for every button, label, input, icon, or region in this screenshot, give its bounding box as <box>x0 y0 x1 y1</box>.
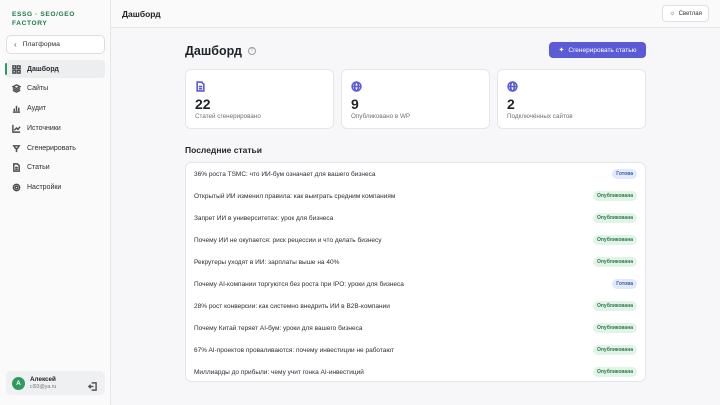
page-title-text: Дашборд <box>185 44 242 58</box>
recent-articles-list: 36% роста TSMC: что ИИ-бум означает для … <box>185 162 646 382</box>
globe-icon <box>507 79 518 92</box>
status-badge: Готова <box>612 279 637 289</box>
list-item[interactable]: Миллиарды до прибыли: чему учит гонка AI… <box>186 361 645 383</box>
topbar-title: Дашборд <box>122 9 161 19</box>
grid-icon <box>12 64 21 74</box>
generate-article-label: Сгенерировать статью <box>568 46 637 54</box>
status-badge: Опубликована <box>593 301 637 311</box>
document-icon <box>195 79 206 92</box>
status-badge: Готова <box>612 169 637 179</box>
sidebar-item-generate[interactable]: Сгенерировать <box>6 139 105 157</box>
stat-value: 9 <box>351 96 359 112</box>
platform-label: Платформа <box>22 41 60 48</box>
user-info: Алексей cl93@ya.ru <box>30 376 56 390</box>
article-title: Запрет ИИ в университетах: урок для бизн… <box>194 214 334 222</box>
article-title: Миллиарды до прибыли: чему учит гонка AI… <box>194 368 364 376</box>
sidebar-item-label: Настройки <box>27 184 62 192</box>
user-card[interactable]: А Алексей cl93@ya.ru <box>6 371 105 395</box>
stat-card-published: 9 Опубликовано в WP <box>341 69 490 129</box>
list-item[interactable]: Почему Китай теряет AI-бум: уроки для ва… <box>186 317 645 339</box>
list-item[interactable]: 28% рост конверсии: как системно внедрит… <box>186 295 645 317</box>
sidebar-item-articles[interactable]: Статьи <box>6 159 105 177</box>
logout-icon[interactable] <box>87 378 97 391</box>
status-badge: Опубликована <box>593 191 637 201</box>
article-title: 28% рост конверсии: как системно внедрит… <box>194 302 390 310</box>
sidebar-nav: Дашборд Сайты Аудит Источники Сгенериров… <box>5 60 105 199</box>
trend-icon <box>12 124 21 133</box>
sidebar: ESSG · SEO/GEO FACTORY ‹ Платформа Дашбо… <box>0 0 111 405</box>
article-title: 36% роста TSMC: что ИИ-бум означает для … <box>194 170 376 178</box>
sidebar-item-label: Аудит <box>27 105 47 113</box>
theme-toggle-button[interactable]: ☼ Светлая <box>662 5 709 22</box>
help-icon[interactable]: ? <box>247 47 256 55</box>
article-title: Почему AI-компании торгуются без роста п… <box>194 280 404 288</box>
page-title: Дашборд ? <box>185 44 256 58</box>
article-title: Рекрутеры уходят в ИИ: зарплаты выше на … <box>194 258 340 266</box>
article-title: Почему Китай теряет AI-бум: уроки для ва… <box>194 324 363 332</box>
stat-label: Статей сгенерировано <box>195 113 261 120</box>
user-name: Алексей <box>30 376 56 383</box>
status-badge: Опубликована <box>593 257 637 267</box>
recent-articles-title: Последние статьи <box>185 145 263 155</box>
generate-article-button[interactable]: ✦ Сгенерировать статью <box>549 42 646 58</box>
document-icon <box>12 163 21 173</box>
stat-card-articles: 22 Статей сгенерировано <box>185 69 334 129</box>
chevron-left-icon: ‹ <box>14 40 17 49</box>
sidebar-item-label: Дашборд <box>27 65 59 73</box>
sun-icon: ☼ <box>669 10 676 17</box>
status-badge: Опубликована <box>593 367 637 377</box>
stat-label: Опубликовано в WP <box>351 113 411 120</box>
wand-icon <box>12 144 21 153</box>
brand-logo: ESSG · SEO/GEO FACTORY <box>12 11 75 27</box>
list-item[interactable]: 36% роста TSMC: что ИИ-бум означает для … <box>186 163 645 185</box>
list-item[interactable]: Рекрутеры уходят в ИИ: зарплаты выше на … <box>186 251 645 273</box>
sidebar-item-sources[interactable]: Источники <box>6 119 105 137</box>
list-item[interactable]: Почему ИИ не окупается: риск рецессии и … <box>186 229 645 251</box>
status-badge: Опубликована <box>593 213 637 223</box>
platform-back-button[interactable]: ‹ Платформа <box>6 35 105 54</box>
topbar: Дашборд ☼ Светлая <box>111 0 720 28</box>
article-title: Почему ИИ не окупается: риск рецессии и … <box>194 236 382 244</box>
list-item[interactable]: Запрет ИИ в университетах: урок для бизн… <box>186 207 645 229</box>
status-badge: Опубликована <box>593 235 637 245</box>
stat-label: Подключённых сайтов <box>507 113 573 120</box>
sidebar-item-settings[interactable]: Настройки <box>6 179 105 197</box>
gear-icon <box>12 183 21 192</box>
sparkle-icon: ✦ <box>558 47 565 54</box>
user-email: cl93@ya.ru <box>30 384 57 390</box>
globe-icon <box>351 79 362 92</box>
sidebar-item-label: Источники <box>27 124 61 132</box>
theme-label: Светлая <box>678 10 702 17</box>
list-item[interactable]: Почему AI-компании торгуются без роста п… <box>186 273 645 295</box>
status-badge: Опубликована <box>593 345 637 355</box>
sidebar-item-label: Сгенерировать <box>27 144 76 152</box>
chart-bars-icon <box>12 104 21 113</box>
stat-value: 22 <box>195 96 211 112</box>
stat-value: 2 <box>507 96 515 112</box>
sidebar-item-sites[interactable]: Сайты <box>6 80 105 98</box>
list-item[interactable]: Открытый ИИ изменил правила: как выиграт… <box>186 185 645 207</box>
layers-icon <box>12 84 21 94</box>
list-item[interactable]: 67% AI-проектов проваливаются: почему ин… <box>186 339 645 361</box>
article-title: 67% AI-проектов проваливаются: почему ин… <box>194 346 395 354</box>
article-title: Открытый ИИ изменил правила: как выиграт… <box>194 192 396 200</box>
sidebar-item-label: Статьи <box>27 164 50 172</box>
stat-card-sites: 2 Подключённых сайтов <box>497 69 646 129</box>
avatar: А <box>12 376 25 390</box>
sidebar-item-dashboard[interactable]: Дашборд <box>5 60 105 78</box>
status-badge: Опубликована <box>593 323 637 333</box>
sidebar-item-label: Сайты <box>27 85 49 93</box>
sidebar-item-audit[interactable]: Аудит <box>6 100 105 118</box>
